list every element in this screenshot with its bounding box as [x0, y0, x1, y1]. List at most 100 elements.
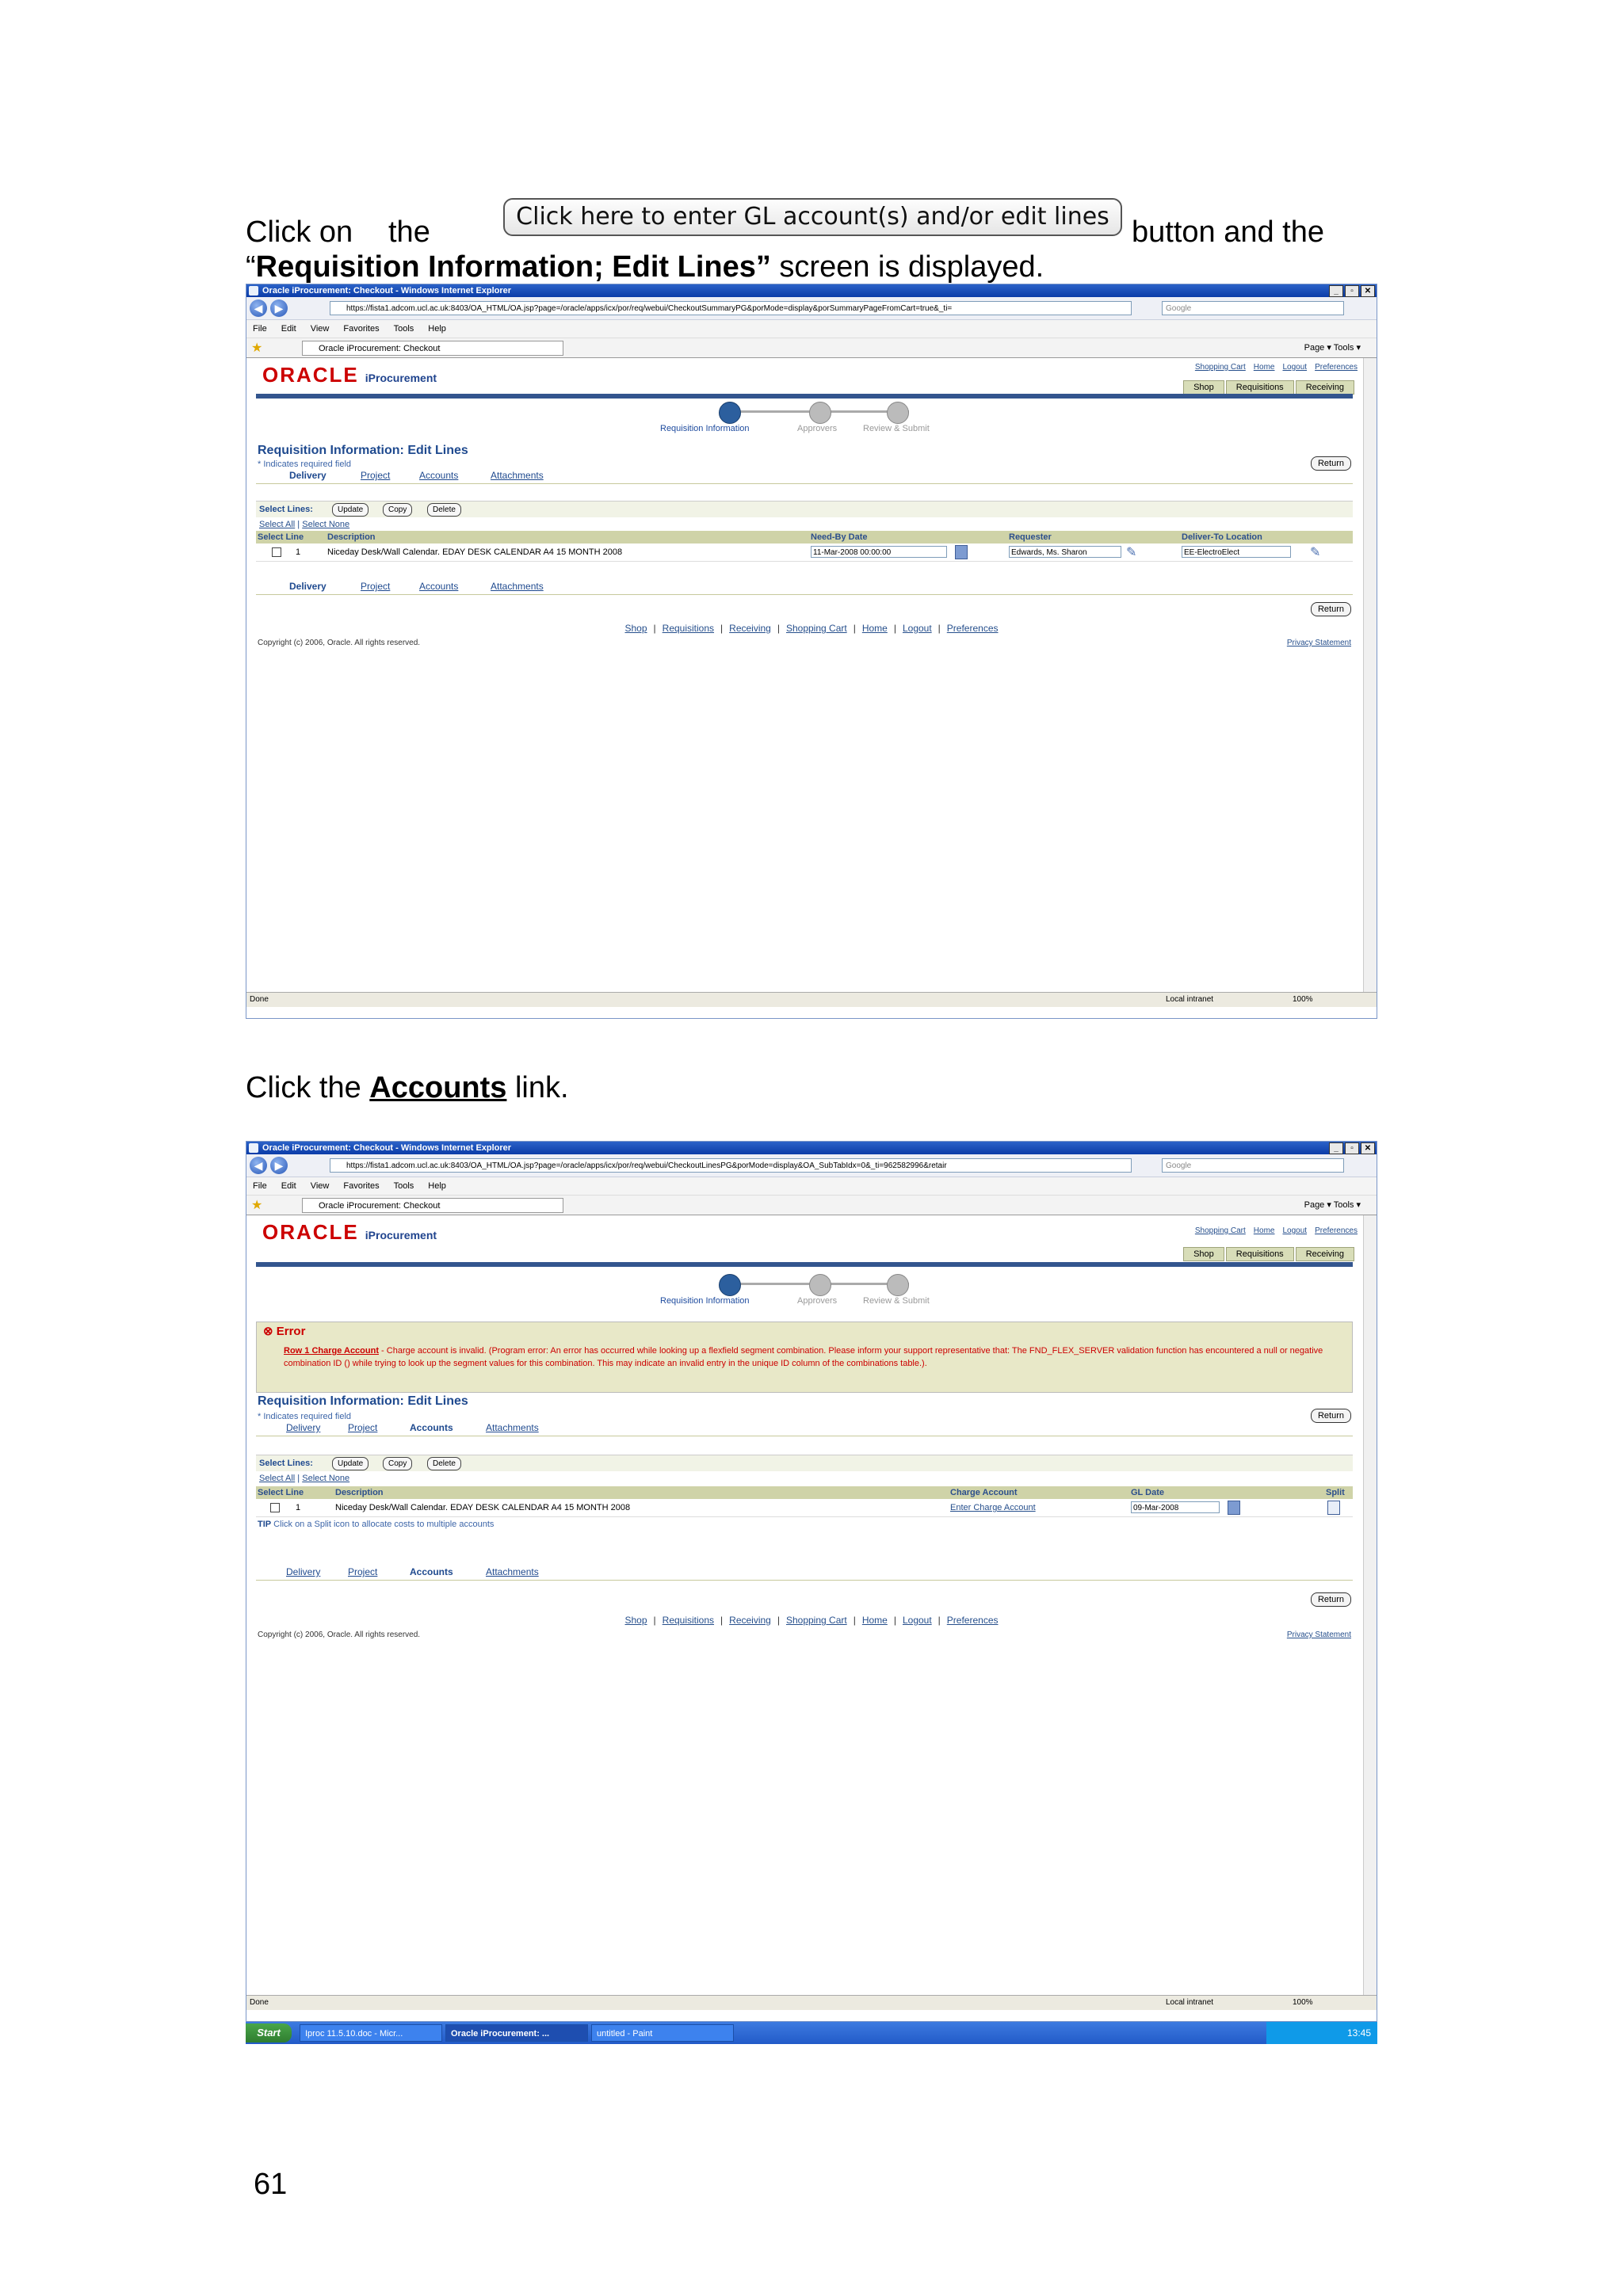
link-logout[interactable]: Logout: [1282, 1226, 1307, 1235]
delete-button[interactable]: Delete: [427, 1457, 461, 1470]
maximize-button[interactable]: ▫: [1345, 285, 1359, 297]
requester-input[interactable]: Edwards, Ms. Sharon: [1009, 546, 1121, 558]
subtab-attachments[interactable]: Attachments: [491, 470, 544, 481]
taskbar-item-word[interactable]: Iproc 11.5.10.doc - Micr...: [300, 2024, 442, 2042]
update-button[interactable]: Update: [332, 1457, 369, 1470]
subtab-project[interactable]: Project: [361, 581, 390, 592]
footer-link-requisitions[interactable]: Requisitions: [663, 623, 714, 634]
close-button[interactable]: ✕: [1361, 285, 1375, 297]
menu-favorites[interactable]: Favorites: [343, 1181, 379, 1191]
update-button[interactable]: Update: [332, 503, 369, 517]
delete-button[interactable]: Delete: [427, 503, 461, 517]
scrollbar[interactable]: [1363, 1215, 1377, 1995]
favorites-star-icon[interactable]: ★: [251, 340, 262, 356]
link-home[interactable]: Home: [1254, 1226, 1275, 1235]
footer-link-receiving[interactable]: Receiving: [729, 623, 771, 634]
calendar-icon[interactable]: [1228, 1501, 1240, 1515]
footer-link-home[interactable]: Home: [862, 1615, 888, 1626]
footer-link-home[interactable]: Home: [862, 623, 888, 634]
footer-link-shop[interactable]: Shop: [625, 623, 647, 634]
footer-link-logout[interactable]: Logout: [903, 623, 932, 634]
deliver-to-input[interactable]: EE-ElectroElect: [1182, 546, 1291, 558]
zoom-level[interactable]: 100%: [1293, 1996, 1313, 2010]
footer-link-requisitions[interactable]: Requisitions: [663, 1615, 714, 1626]
gl-date-input[interactable]: 09-Mar-2008: [1131, 1501, 1220, 1513]
menu-file[interactable]: File: [253, 1181, 267, 1191]
menu-edit[interactable]: Edit: [281, 1181, 296, 1191]
close-button[interactable]: ✕: [1361, 1142, 1375, 1154]
footer-link-shop[interactable]: Shop: [625, 1615, 647, 1626]
subtab-accounts[interactable]: Accounts: [419, 470, 458, 481]
select-all-link[interactable]: Select All: [259, 520, 295, 529]
select-none-link[interactable]: Select None: [302, 520, 349, 529]
link-shopping-cart[interactable]: Shopping Cart: [1195, 363, 1246, 372]
menu-tools[interactable]: Tools: [394, 324, 414, 334]
zoom-level[interactable]: 100%: [1293, 993, 1313, 1007]
subtab-accounts[interactable]: Accounts: [410, 1566, 453, 1577]
page-tools-menu[interactable]: Page ▾ Tools ▾: [1304, 1198, 1361, 1213]
tab-requisitions[interactable]: Requisitions: [1225, 380, 1294, 395]
link-shopping-cart[interactable]: Shopping Cart: [1195, 1226, 1246, 1235]
tab-receiving[interactable]: Receiving: [1295, 380, 1354, 395]
return-button-bottom[interactable]: Return: [1310, 602, 1351, 616]
subtab-accounts[interactable]: Accounts: [410, 1422, 453, 1433]
subtab-accounts[interactable]: Accounts: [419, 581, 458, 592]
subtab-project[interactable]: Project: [348, 1422, 377, 1433]
subtab-project[interactable]: Project: [348, 1566, 377, 1577]
start-button[interactable]: Start: [246, 2023, 292, 2042]
browser-tab[interactable]: Oracle iProcurement: Checkout: [302, 341, 563, 356]
menu-view[interactable]: View: [311, 1181, 330, 1191]
subtab-project[interactable]: Project: [361, 470, 390, 481]
search-input[interactable]: Google: [1162, 1158, 1344, 1173]
subtab-delivery[interactable]: Delivery: [289, 581, 327, 592]
subtab-delivery[interactable]: Delivery: [286, 1422, 320, 1433]
need-by-date-input[interactable]: 11-Mar-2008 00:00:00: [811, 546, 947, 558]
scrollbar[interactable]: [1363, 358, 1377, 992]
link-home[interactable]: Home: [1254, 363, 1275, 372]
browser-tab[interactable]: Oracle iProcurement: Checkout: [302, 1198, 563, 1213]
url-field[interactable]: https://fista1.adcom.ucl.ac.uk:8403/OA_H…: [330, 301, 1132, 315]
menu-help[interactable]: Help: [428, 324, 446, 334]
menu-edit[interactable]: Edit: [281, 324, 296, 334]
copy-button[interactable]: Copy: [383, 503, 413, 517]
tab-receiving[interactable]: Receiving: [1295, 1247, 1354, 1261]
favorites-star-icon[interactable]: ★: [251, 1197, 262, 1213]
url-field[interactable]: https://fista1.adcom.ucl.ac.uk:8403/OA_H…: [330, 1158, 1132, 1173]
back-icon[interactable]: ◀: [250, 1157, 267, 1174]
calendar-icon[interactable]: [955, 545, 968, 559]
menu-file[interactable]: File: [253, 324, 267, 334]
subtab-attachments[interactable]: Attachments: [486, 1422, 539, 1433]
page-tools-menu[interactable]: Page ▾ Tools ▾: [1304, 341, 1361, 356]
location-search-icon[interactable]: ✎: [1310, 544, 1320, 560]
taskbar-item-browser[interactable]: Oracle iProcurement: ...: [445, 2024, 588, 2042]
menu-help[interactable]: Help: [428, 1181, 446, 1191]
subtab-attachments[interactable]: Attachments: [491, 581, 544, 592]
link-preferences[interactable]: Preferences: [1315, 1226, 1358, 1235]
footer-link-preferences[interactable]: Preferences: [947, 1615, 999, 1626]
subtab-attachments[interactable]: Attachments: [486, 1566, 539, 1577]
minimize-button[interactable]: _: [1329, 285, 1343, 297]
enter-charge-account-link[interactable]: Enter Charge Account: [950, 1503, 1036, 1512]
privacy-statement-link[interactable]: Privacy Statement: [1287, 639, 1351, 647]
footer-link-logout[interactable]: Logout: [903, 1615, 932, 1626]
menu-view[interactable]: View: [311, 324, 330, 334]
minimize-button[interactable]: _: [1329, 1142, 1343, 1154]
maximize-button[interactable]: ▫: [1345, 1142, 1359, 1154]
return-button-bottom[interactable]: Return: [1310, 1592, 1351, 1607]
gl-account-edit-lines-button[interactable]: Click here to enter GL account(s) and/or…: [503, 198, 1122, 236]
tab-shop[interactable]: Shop: [1183, 380, 1224, 395]
footer-link-receiving[interactable]: Receiving: [729, 1615, 771, 1626]
select-all-link[interactable]: Select All: [259, 1474, 295, 1483]
row-checkbox[interactable]: [272, 547, 281, 557]
footer-link-preferences[interactable]: Preferences: [947, 623, 999, 634]
menu-favorites[interactable]: Favorites: [343, 324, 379, 334]
link-preferences[interactable]: Preferences: [1315, 363, 1358, 372]
row-checkbox[interactable]: [270, 1503, 280, 1512]
forward-icon[interactable]: ▶: [270, 299, 288, 317]
tab-shop[interactable]: Shop: [1183, 1247, 1224, 1261]
back-icon[interactable]: ◀: [250, 299, 267, 317]
forward-icon[interactable]: ▶: [270, 1157, 288, 1174]
select-none-link[interactable]: Select None: [302, 1474, 349, 1483]
privacy-statement-link[interactable]: Privacy Statement: [1287, 1630, 1351, 1639]
search-input[interactable]: Google: [1162, 301, 1344, 315]
